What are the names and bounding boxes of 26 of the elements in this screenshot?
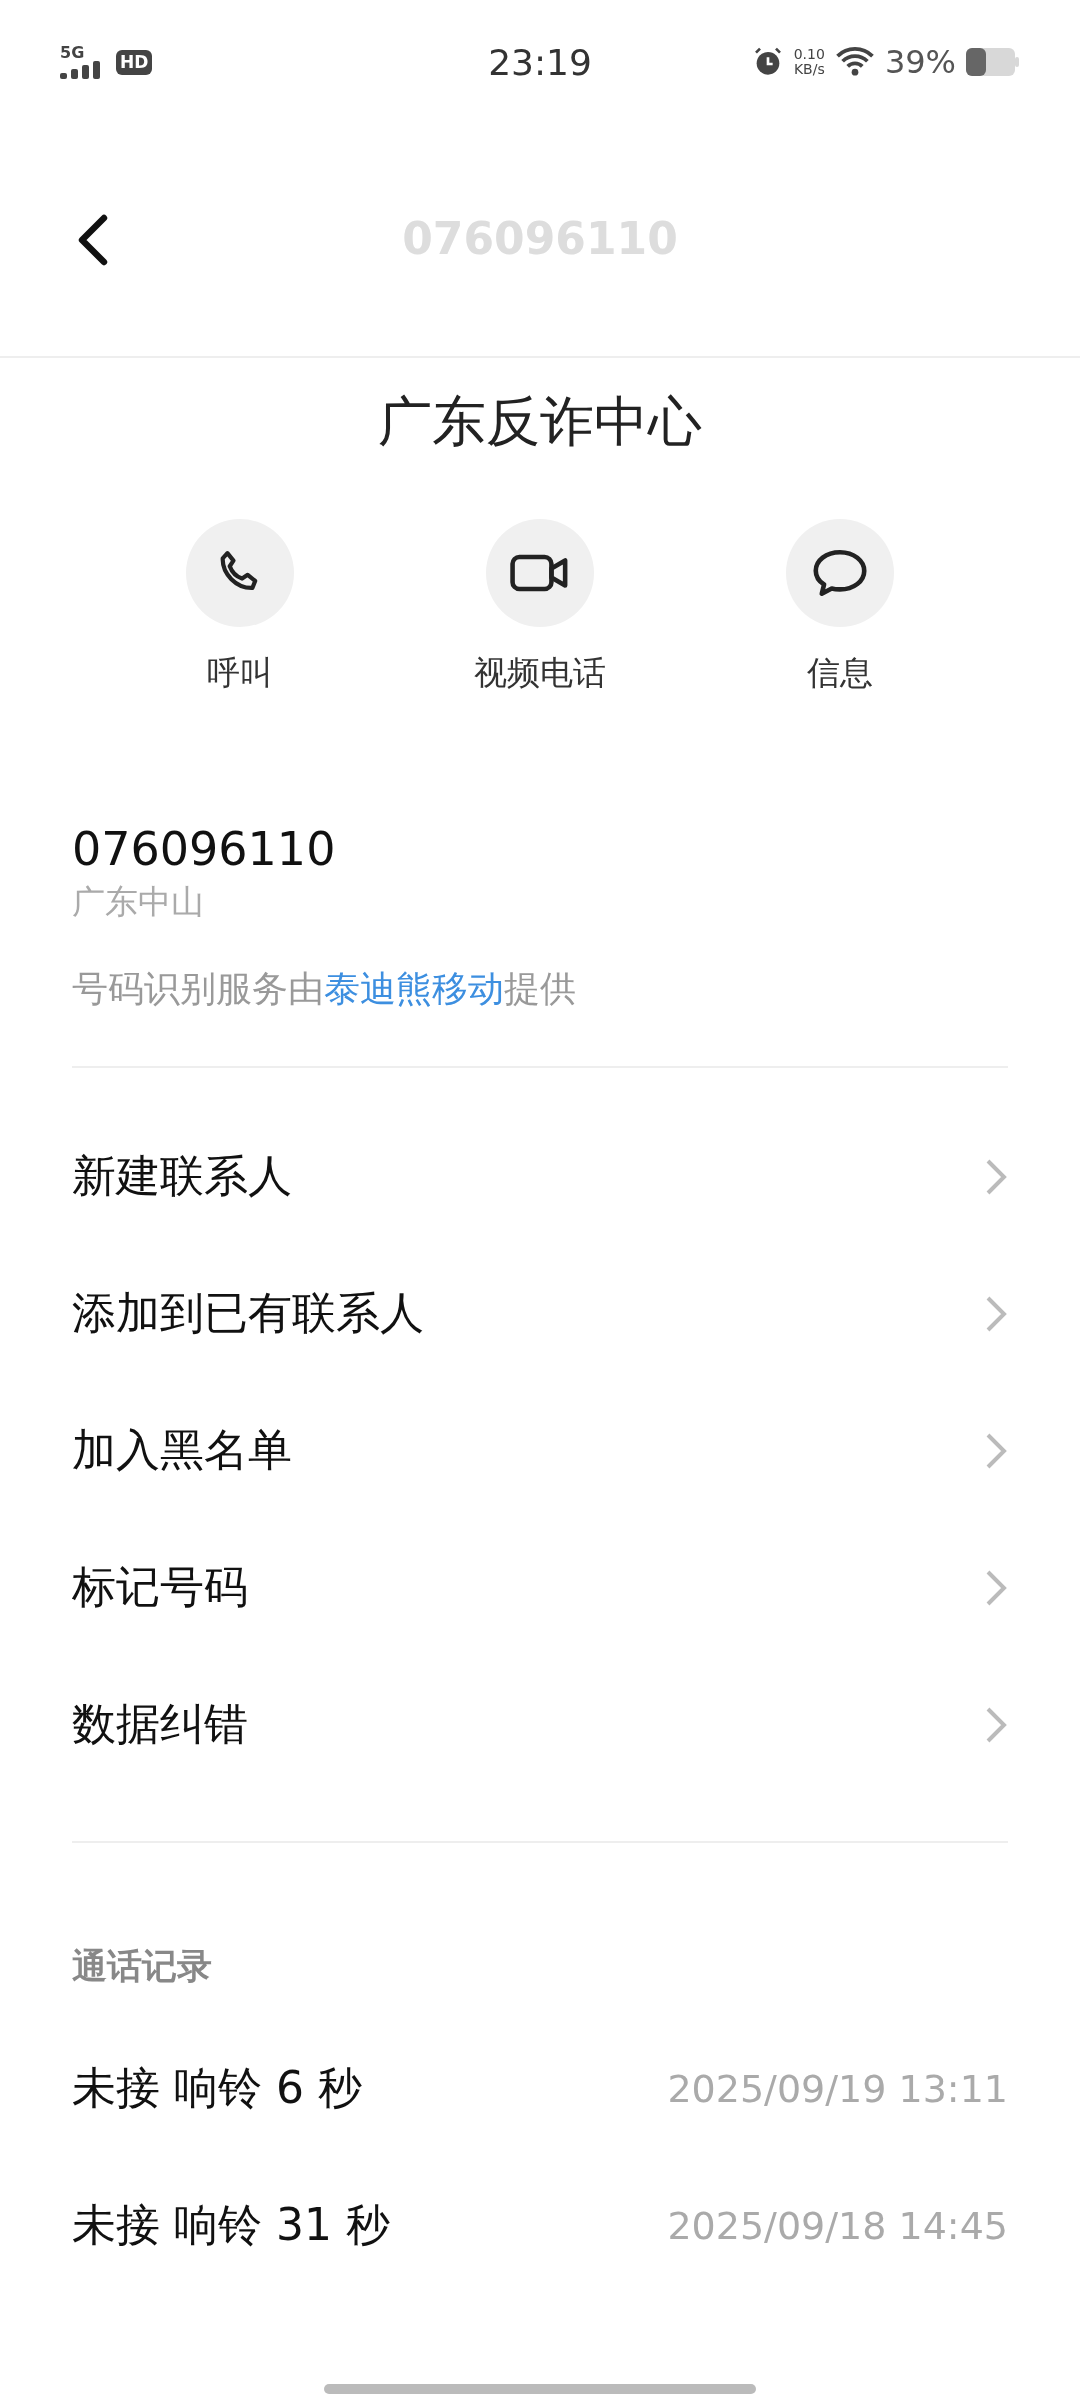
contact-name: 广东反诈中心 — [377, 389, 703, 455]
menu-item[interactable]: 标记号码 — [0, 1519, 1080, 1656]
phone-number: 076096110 — [72, 822, 337, 876]
clock-time: 23:19 — [488, 41, 592, 83]
message-action-button[interactable]: 信息 — [732, 519, 948, 696]
menu-item[interactable]: 添加到已有联系人 — [0, 1245, 1080, 1382]
call-action-button[interactable]: 呼叫 — [132, 519, 348, 696]
speed-unit: KB/s — [793, 62, 825, 78]
provider-note: 号码识别服务由泰迪熊移动提供 — [72, 967, 577, 1011]
video-action-button[interactable]: 视频电话 — [432, 519, 648, 696]
call-status: 未接 响铃 31 秒 — [72, 2198, 390, 2252]
hd-badge: HD — [116, 49, 153, 75]
signal-icon — [60, 61, 102, 79]
speed-value: 0.10 — [793, 46, 825, 62]
battery-icon — [966, 48, 1020, 76]
menu-item[interactable]: 新建联系人 — [0, 1108, 1080, 1245]
number-location: 广东中山 — [72, 881, 205, 923]
call-status: 未接 响铃 6 秒 — [72, 2061, 362, 2115]
menu-item[interactable]: 数据纠错 — [0, 1656, 1080, 1793]
menu-item[interactable]: 加入黑名单 — [0, 1382, 1080, 1519]
call-time: 2025/09/19 13:11 — [667, 2066, 1008, 2111]
section-title: 通话记录 — [71, 1945, 213, 1988]
network-label: 5G — [60, 45, 85, 61]
wifi-icon — [834, 46, 875, 78]
call-time: 2025/09/18 14:45 — [667, 2203, 1008, 2248]
battery-percent: 39% — [884, 43, 956, 81]
